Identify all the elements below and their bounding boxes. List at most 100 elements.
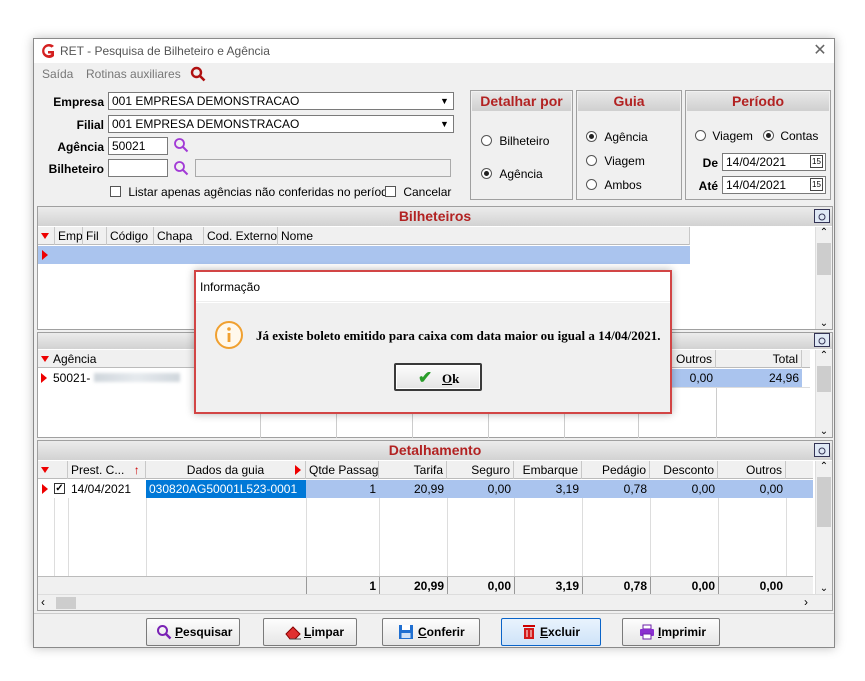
col-codigo[interactable]: Código [107, 227, 154, 245]
de-date-input[interactable]: 14/04/2021 15 [722, 153, 826, 171]
radio-periodo-viagem-label: Viagem [712, 128, 753, 143]
outros-cell: 0,00 [759, 482, 783, 496]
chevron-down-icon[interactable]: ▼ [437, 117, 452, 131]
col-prest[interactable]: Prest. C... ↑ [68, 461, 146, 479]
scroll-thumb[interactable] [817, 477, 831, 527]
ate-date-input[interactable]: 14/04/2021 15 [722, 176, 826, 194]
sort-up-icon[interactable]: ↑ [134, 463, 140, 477]
pesquisar-button[interactable]: Pesquisar [146, 618, 240, 646]
dialog-message: Já existe boleto emitido para caixa com … [256, 328, 661, 343]
scroll-thumb[interactable] [817, 366, 831, 392]
scroll-right-icon[interactable]: › [804, 595, 808, 609]
radio-button[interactable] [586, 179, 597, 191]
col-nome[interactable]: Nome [278, 227, 690, 245]
scroll-down-icon[interactable]: ⌄ [816, 426, 832, 437]
limpar-button[interactable]: Limpar [263, 618, 357, 646]
detalhamento-vscrollbar[interactable]: ⌃ ⌄ [815, 461, 832, 594]
col-chapa[interactable]: Chapa [154, 227, 204, 245]
filial-label: Filial [76, 118, 104, 132]
agencia-search-icon[interactable] [173, 137, 189, 153]
scroll-thumb[interactable] [56, 597, 76, 609]
radio-agencia-label: Agência [499, 166, 543, 181]
agencia-input[interactable]: 50021 [108, 137, 168, 155]
radio-guia-agencia[interactable]: Agência [586, 129, 648, 144]
scroll-up-icon[interactable]: ⌃ [816, 227, 832, 238]
embarque-cell: 3,19 [555, 482, 579, 496]
empresa-select[interactable]: 001 EMPRESA DEMONSTRACAO ▼ [108, 92, 454, 110]
col-total[interactable]: Total [716, 350, 802, 368]
empresa-label: Empresa [53, 95, 104, 109]
listar-checkbox[interactable] [110, 186, 121, 198]
calendar-icon[interactable]: 15 [810, 155, 823, 168]
row-indicator-header[interactable] [38, 350, 50, 368]
cancelar-checkbox-row[interactable]: Cancelar [385, 184, 451, 199]
radio-periodo-contas[interactable]: Contas [763, 128, 818, 143]
bilheteiro-input[interactable] [108, 159, 168, 177]
grid-options-icon[interactable] [814, 209, 830, 223]
agencias-scrollbar[interactable]: ⌃ ⌄ [815, 350, 832, 437]
listar-label: Listar apenas agências não conferidas no… [128, 184, 395, 199]
bilheteiro-name-field [195, 159, 451, 177]
bilheteiro-search-icon[interactable] [173, 160, 189, 176]
radio-guia-ambos[interactable]: Ambos [586, 177, 642, 192]
col-outros[interactable]: Outros [718, 461, 786, 479]
search-icon[interactable] [190, 66, 206, 82]
radio-button[interactable] [586, 155, 597, 167]
col-seguro[interactable]: Seguro [447, 461, 514, 479]
radio-button-selected[interactable] [586, 131, 597, 143]
close-icon[interactable]: ✕ [810, 41, 830, 61]
col-emp[interactable]: Emp [55, 227, 83, 245]
detalhamento-panel: Detalhamento Prest. C... ↑ Dados da guia… [37, 440, 833, 611]
table-row[interactable]: ✓ 14/04/2021 030820AG50001L523-0001 1 20… [38, 480, 813, 498]
row-checkbox-checked[interactable]: ✓ [54, 483, 65, 494]
radio-button[interactable] [481, 135, 492, 147]
pedagio-cell: 0,78 [623, 482, 647, 496]
col-dados-guia[interactable]: Dados da guia [146, 461, 306, 479]
radio-button[interactable] [695, 130, 706, 142]
table-row[interactable] [38, 246, 690, 264]
col-embarque[interactable]: Embarque [514, 461, 582, 479]
chevron-down-icon[interactable]: ▼ [437, 94, 452, 108]
row-indicator-header[interactable] [38, 461, 68, 479]
de-date-value: 14/04/2021 [726, 155, 787, 169]
scroll-left-icon[interactable]: ‹ [41, 595, 45, 609]
col-fil[interactable]: Fil [83, 227, 107, 245]
scroll-up-icon[interactable]: ⌃ [816, 350, 832, 361]
radio-button-selected[interactable] [763, 130, 774, 142]
col-tarifa[interactable]: Tarifa [379, 461, 447, 479]
filial-select[interactable]: 001 EMPRESA DEMONSTRACAO ▼ [108, 115, 454, 133]
bilheteiros-title: Bilheteiros [38, 207, 832, 226]
col-cod-externo[interactable]: Cod. Externo [204, 227, 278, 245]
radio-agencia[interactable]: Agência [481, 166, 543, 181]
col-pedagio[interactable]: Pedágio [582, 461, 650, 479]
listar-checkbox-row[interactable]: Listar apenas agências não conferidas no… [110, 184, 395, 199]
total-embarque: 3,19 [514, 577, 582, 595]
scroll-thumb[interactable] [817, 243, 831, 275]
bilheteiros-scrollbar[interactable]: ⌃ ⌄ [815, 227, 832, 329]
radio-button-selected[interactable] [481, 168, 492, 180]
sort-right-icon[interactable] [295, 465, 301, 475]
conferir-button[interactable]: Conferir [382, 618, 480, 646]
guia-cell[interactable]: 030820AG50001L523-0001 [146, 480, 306, 498]
col-desconto[interactable]: Desconto [650, 461, 718, 479]
excluir-button[interactable]: Excluir [501, 618, 601, 646]
scroll-down-icon[interactable]: ⌄ [816, 583, 832, 594]
radio-guia-viagem[interactable]: Viagem [586, 153, 645, 168]
grid-options-icon[interactable] [814, 333, 830, 347]
imprimir-button[interactable]: Imprimir [622, 618, 720, 646]
col-qtde[interactable]: Qtde Passag [306, 461, 379, 479]
cancelar-checkbox[interactable] [385, 186, 396, 198]
grid-options-icon[interactable] [814, 443, 830, 457]
menu-saida[interactable]: Saída [42, 67, 73, 81]
row-indicator-header[interactable] [38, 227, 55, 245]
desconto-cell: 0,00 [691, 482, 715, 496]
scroll-up-icon[interactable]: ⌃ [816, 461, 832, 472]
calendar-icon[interactable]: 15 [810, 178, 823, 191]
radio-periodo-viagem[interactable]: Viagem [695, 128, 753, 143]
detalhamento-hscrollbar[interactable]: ‹ › [38, 594, 832, 610]
radio-bilheteiro[interactable]: Bilheteiro [481, 133, 549, 148]
scroll-down-icon[interactable]: ⌄ [816, 318, 832, 329]
menu-rotinas-auxiliares[interactable]: Rotinas auxiliares [86, 67, 181, 81]
ok-button[interactable]: ✔ Ok [394, 363, 482, 391]
totals-row: 1 20,99 0,00 3,19 0,78 0,00 0,00 [38, 576, 813, 595]
